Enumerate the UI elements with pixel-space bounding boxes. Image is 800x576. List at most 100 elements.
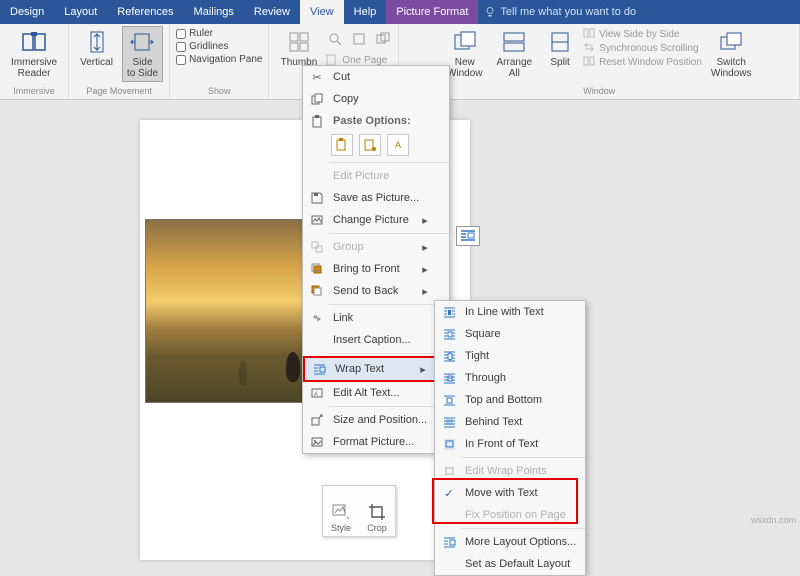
wrap-through-icon: [441, 370, 457, 386]
document-area: Style Crop ✂Cut Copy Paste Options: A Ed…: [0, 100, 800, 527]
paste-option-3[interactable]: A: [387, 134, 409, 156]
edit-wrap-points-icon: [441, 463, 457, 479]
copy-icon: [309, 91, 325, 107]
paste-option-1[interactable]: [331, 134, 353, 156]
check-icon: ✓: [441, 485, 457, 501]
size-position-icon: [309, 412, 325, 428]
picture-mini-toolbar: Style Crop: [322, 485, 396, 537]
tab-references[interactable]: References: [107, 0, 183, 24]
wrap-tight-icon: [441, 348, 457, 364]
crop-button[interactable]: Crop: [359, 486, 395, 536]
menu-wrap-text[interactable]: Wrap Text▸: [305, 358, 447, 380]
alt-text-icon: A: [309, 385, 325, 401]
arrange-all-icon: [500, 29, 528, 55]
wrap-text-icon: [311, 361, 327, 377]
vertical-button[interactable]: Vertical: [75, 26, 118, 71]
context-menu: ✂Cut Copy Paste Options: A Edit Picture …: [302, 65, 450, 454]
menu-copy[interactable]: Copy: [303, 88, 449, 110]
change-picture-icon: [309, 212, 325, 228]
gridlines-checkbox[interactable]: Gridlines: [176, 41, 262, 52]
wrap-behind-text[interactable]: Behind Text: [435, 411, 585, 433]
layout-options-icon: [460, 229, 476, 243]
tab-bar: Design Layout References Mailings Review…: [0, 0, 800, 24]
arrange-all-button[interactable]: Arrange All: [492, 26, 538, 82]
tab-picture-format[interactable]: Picture Format: [386, 0, 478, 24]
switch-windows-button[interactable]: Switch Windows: [706, 26, 757, 82]
menu-change-picture[interactable]: Change Picture▸: [303, 209, 449, 231]
immersive-reader-button[interactable]: Immersive Reader: [6, 26, 62, 82]
group-immersive: Immersive Reader Immersive: [0, 24, 69, 99]
group-label-window: Window: [583, 86, 615, 97]
reset-window-option: Reset Window Position: [583, 56, 702, 68]
crop-icon: [368, 503, 386, 521]
menu-insert-caption[interactable]: Insert Caption...: [303, 329, 449, 351]
split-button[interactable]: Split: [541, 26, 579, 71]
sync-scroll-option: Synchronous Scrolling: [583, 42, 702, 54]
menu-format-picture[interactable]: Format Picture...: [303, 431, 449, 453]
wrap-square-icon: [441, 326, 457, 342]
wrap-top-bottom[interactable]: Top and Bottom: [435, 389, 585, 411]
wrap-square[interactable]: Square: [435, 323, 585, 345]
tab-review[interactable]: Review: [244, 0, 300, 24]
group-icon: [309, 239, 325, 255]
tab-design[interactable]: Design: [0, 0, 54, 24]
menu-save-as-picture[interactable]: Save as Picture...: [303, 187, 449, 209]
new-window-icon: [451, 29, 479, 55]
wrap-text-submenu: In Line with Text Square Tight Through T…: [434, 300, 586, 576]
tab-mailings[interactable]: Mailings: [184, 0, 244, 24]
layout-options-button[interactable]: [456, 226, 480, 246]
style-icon: [331, 503, 351, 521]
side-to-side-button[interactable]: Side to Side: [122, 26, 163, 82]
zoom-out-icon[interactable]: [326, 30, 344, 48]
paste-option-2[interactable]: [359, 134, 381, 156]
group-window: New Window Arrange All Split View Side b…: [399, 24, 800, 99]
wrap-set-default[interactable]: Set as Default Layout: [435, 553, 585, 575]
zoom-100-icon[interactable]: [350, 30, 368, 48]
wrap-in-front-of-text[interactable]: In Front of Text: [435, 433, 585, 455]
group-label-show: Show: [208, 86, 231, 97]
wrap-inline-icon: [441, 304, 457, 320]
wrap-behind-icon: [441, 414, 457, 430]
bring-front-icon: [309, 261, 325, 277]
view-side-by-side-option: View Side by Side: [583, 28, 702, 40]
vertical-scroll-icon: [83, 29, 111, 55]
wrap-topbottom-icon: [441, 392, 457, 408]
more-layout-icon: [441, 534, 457, 550]
wrap-tight[interactable]: Tight: [435, 345, 585, 367]
menu-bring-to-front[interactable]: Bring to Front▸: [303, 258, 449, 280]
wrap-inline[interactable]: In Line with Text: [435, 301, 585, 323]
watermark: wsxdn.com: [751, 515, 796, 525]
format-picture-icon: [309, 434, 325, 450]
ruler-checkbox[interactable]: Ruler: [176, 28, 262, 39]
switch-windows-icon: [717, 29, 745, 55]
split-icon: [546, 29, 574, 55]
wrap-edit-points: Edit Wrap Points: [435, 460, 585, 482]
group-label-page-movement: Page Movement: [86, 86, 152, 97]
menu-size-position[interactable]: Size and Position...: [303, 409, 449, 431]
navigation-pane-checkbox[interactable]: Navigation Pane: [176, 54, 262, 65]
paste-options-strip: A: [303, 132, 449, 160]
menu-paste-header: Paste Options:: [303, 110, 449, 132]
menu-edit-alt-text[interactable]: AEdit Alt Text...: [303, 382, 449, 404]
style-button[interactable]: Style: [323, 486, 359, 536]
wrap-fix-position: Fix Position on Page: [435, 504, 585, 526]
menu-cut[interactable]: ✂Cut: [303, 66, 449, 88]
tab-view[interactable]: View: [300, 0, 344, 24]
wrap-move-with-text[interactable]: ✓Move with Text: [435, 482, 585, 504]
menu-link[interactable]: Link: [303, 307, 449, 329]
tab-layout[interactable]: Layout: [54, 0, 107, 24]
menu-group: Group▸: [303, 236, 449, 258]
menu-send-to-back[interactable]: Send to Back▸: [303, 280, 449, 302]
wrap-front-icon: [441, 436, 457, 452]
wrap-more-layout-options[interactable]: More Layout Options...: [435, 531, 585, 553]
new-window-icon[interactable]: [374, 30, 392, 48]
wrap-through[interactable]: Through: [435, 367, 585, 389]
save-icon: [309, 190, 325, 206]
tab-help[interactable]: Help: [344, 0, 387, 24]
cut-icon: ✂: [309, 69, 325, 85]
thumbnails-icon: [285, 29, 313, 55]
link-icon: [309, 310, 325, 326]
group-label-immersive: Immersive: [13, 86, 55, 97]
tell-me[interactable]: Tell me what you want to do: [478, 6, 642, 18]
lightbulb-icon: [484, 6, 496, 18]
